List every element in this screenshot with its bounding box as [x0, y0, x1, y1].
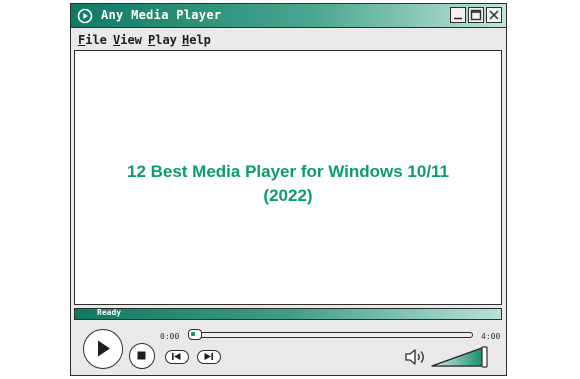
- menu-help-label: elp: [189, 33, 211, 47]
- next-track-button[interactable]: [197, 350, 221, 364]
- previous-track-button[interactable]: [165, 350, 189, 364]
- stop-button[interactable]: [129, 343, 155, 369]
- play-icon: [98, 340, 110, 357]
- seek-bar[interactable]: [189, 332, 473, 338]
- play-button[interactable]: [83, 329, 123, 369]
- volume-handle[interactable]: [481, 346, 488, 368]
- skip-back-icon: [172, 353, 181, 360]
- skip-forward-icon: [204, 353, 213, 360]
- stop-icon: [137, 351, 146, 360]
- menu-file[interactable]: File: [78, 33, 107, 47]
- menu-view[interactable]: View: [113, 33, 142, 47]
- menu-view-label: iew: [120, 33, 142, 47]
- menu-play[interactable]: Play: [148, 33, 177, 47]
- seek-handle[interactable]: [188, 329, 202, 340]
- headline-line-2: (2022): [263, 186, 313, 205]
- current-time: 0:00: [160, 332, 180, 341]
- video-viewport[interactable]: 12 Best Media Player for Windows 10/11 (…: [74, 50, 502, 305]
- maximize-icon: [470, 9, 482, 21]
- close-icon: [489, 10, 499, 20]
- speaker-icon[interactable]: [404, 348, 428, 366]
- title-bar[interactable]: Any Media Player: [71, 4, 506, 28]
- menu-bar: File View Play Help: [71, 28, 506, 50]
- close-button[interactable]: [486, 7, 502, 23]
- window-title: Any Media Player: [101, 8, 222, 22]
- play-circle-icon: [77, 8, 93, 24]
- minimize-button[interactable]: [450, 7, 466, 23]
- minimize-icon: [454, 17, 462, 20]
- status-text: Ready: [97, 308, 122, 317]
- headline-line-1: 12 Best Media Player for Windows 10/11: [126, 162, 450, 181]
- media-player-window: Any Media Player File View Play Help 12 …: [70, 3, 507, 376]
- menu-help[interactable]: Help: [182, 33, 211, 47]
- menu-file-label: ile: [85, 33, 107, 47]
- menu-play-label: lay: [155, 33, 177, 47]
- status-bar: Ready: [74, 308, 502, 320]
- maximize-button[interactable]: [468, 7, 484, 23]
- video-headline: 12 Best Media Player for Windows 10/11 (…: [75, 160, 501, 208]
- volume-slider[interactable]: [430, 346, 490, 368]
- total-time: 4:00: [481, 332, 501, 341]
